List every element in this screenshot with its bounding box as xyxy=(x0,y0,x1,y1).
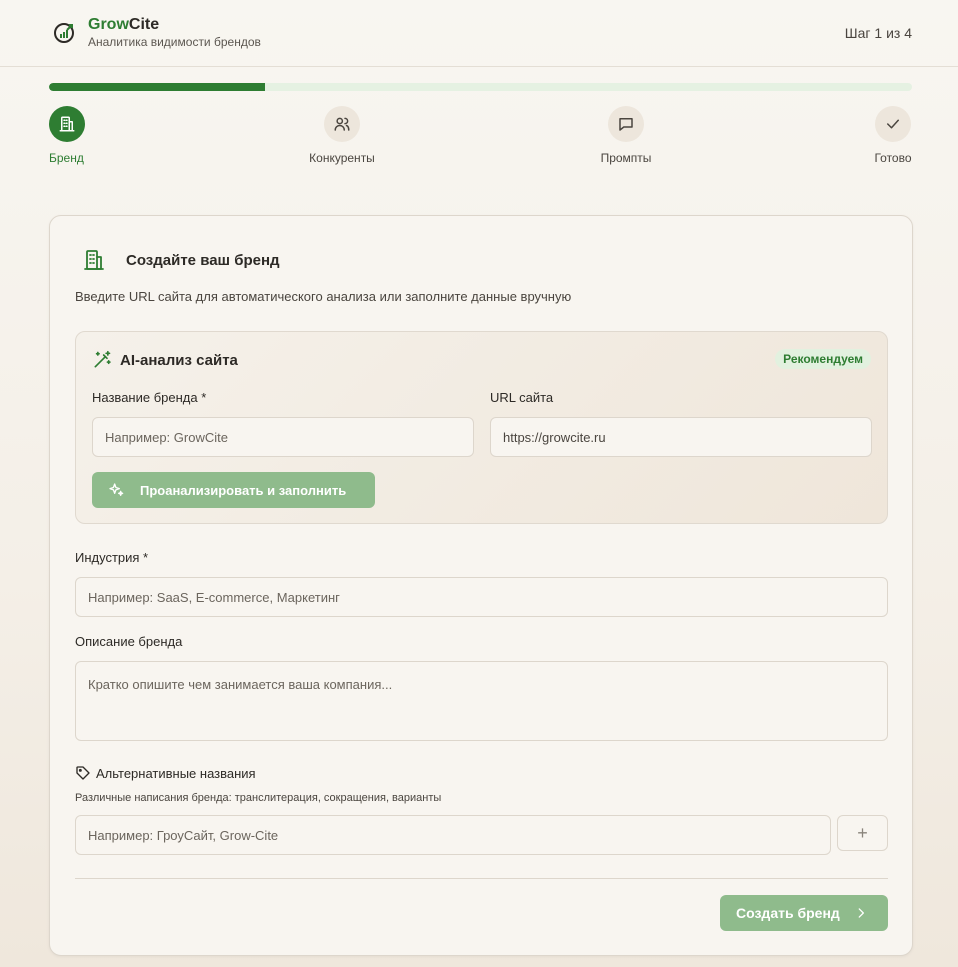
create-brand-label: Создать бренд xyxy=(736,905,840,921)
step-counter: Шаг 1 из 4 xyxy=(844,25,912,41)
description-textarea[interactable] xyxy=(75,661,888,741)
brand-name-input[interactable] xyxy=(92,417,474,457)
step-brand[interactable]: Бренд xyxy=(49,106,85,165)
magic-wand-icon xyxy=(94,350,111,368)
url-label: URL сайта xyxy=(490,390,554,405)
create-brand-button[interactable]: Создать бренд xyxy=(720,895,888,931)
brand-name-label: Название бренда * xyxy=(92,390,207,405)
step-done-circle xyxy=(875,106,911,142)
check-icon xyxy=(887,119,899,129)
users-icon xyxy=(334,117,350,131)
brand-form-card: Создайте ваш бренд Введите URL сайта для… xyxy=(49,215,913,956)
brand[interactable]: GrowCite Аналитика видимости брендов xyxy=(52,16,261,50)
growth-logo-icon xyxy=(54,23,74,43)
step-brand-circle xyxy=(49,106,85,142)
ai-analysis-section: AI-анализ сайта Рекомендуем Название бре… xyxy=(75,331,888,524)
brand-name: GrowCite xyxy=(88,16,160,33)
alt-names-hint: Различные написания бренда: транслитерац… xyxy=(75,792,442,804)
step-done[interactable]: Готово xyxy=(872,106,914,165)
tag-icon xyxy=(76,766,90,780)
message-icon xyxy=(619,118,633,131)
step-competitors-circle xyxy=(324,106,360,142)
progress-bar xyxy=(49,83,912,91)
add-alt-name-button[interactable]: + xyxy=(837,815,888,851)
alt-names-label: Альтернативные названия xyxy=(96,765,256,781)
url-input[interactable] xyxy=(490,417,872,457)
card-description: Введите URL сайта для автоматического ан… xyxy=(75,289,572,304)
stepper: Бренд Конкуренты Промпты Готово xyxy=(0,106,958,170)
analyze-button-label: Проанализировать и заполнить xyxy=(140,482,347,498)
step-prompts-circle xyxy=(608,106,644,142)
building-icon xyxy=(84,250,104,270)
industry-label: Индустрия * xyxy=(75,550,149,565)
ai-title-row: AI-анализ сайта xyxy=(92,350,238,370)
plus-icon: + xyxy=(857,822,868,843)
divider xyxy=(75,878,888,879)
app-header: GrowCite Аналитика видимости брендов Шаг… xyxy=(0,0,958,67)
analyze-button[interactable]: Проанализировать и заполнить xyxy=(92,472,375,508)
sparkles-icon xyxy=(109,483,124,496)
step-prompts[interactable]: Промпты xyxy=(598,106,654,165)
recommended-badge: Рекомендуем xyxy=(775,349,871,369)
ai-title: AI-анализ сайта xyxy=(120,351,238,369)
card-title: Создайте ваш бренд xyxy=(126,251,280,269)
card-header: Создайте ваш бренд xyxy=(82,248,280,272)
chevron-right-icon xyxy=(858,908,864,918)
step-brand-label: Бренд xyxy=(49,151,84,165)
description-label: Описание бренда xyxy=(75,634,183,649)
industry-input[interactable] xyxy=(75,577,888,617)
step-competitors[interactable]: Конкуренты xyxy=(306,106,378,165)
alt-names-label-row: Альтернативные названия xyxy=(75,765,256,781)
alt-names-input[interactable] xyxy=(75,815,831,855)
step-prompts-label: Промпты xyxy=(600,151,652,165)
brand-subtitle: Аналитика видимости брендов xyxy=(88,35,261,49)
building-icon xyxy=(59,116,75,132)
progress-fill xyxy=(49,83,265,91)
step-done-label: Готово xyxy=(874,151,912,165)
step-competitors-label: Конкуренты xyxy=(309,151,375,165)
